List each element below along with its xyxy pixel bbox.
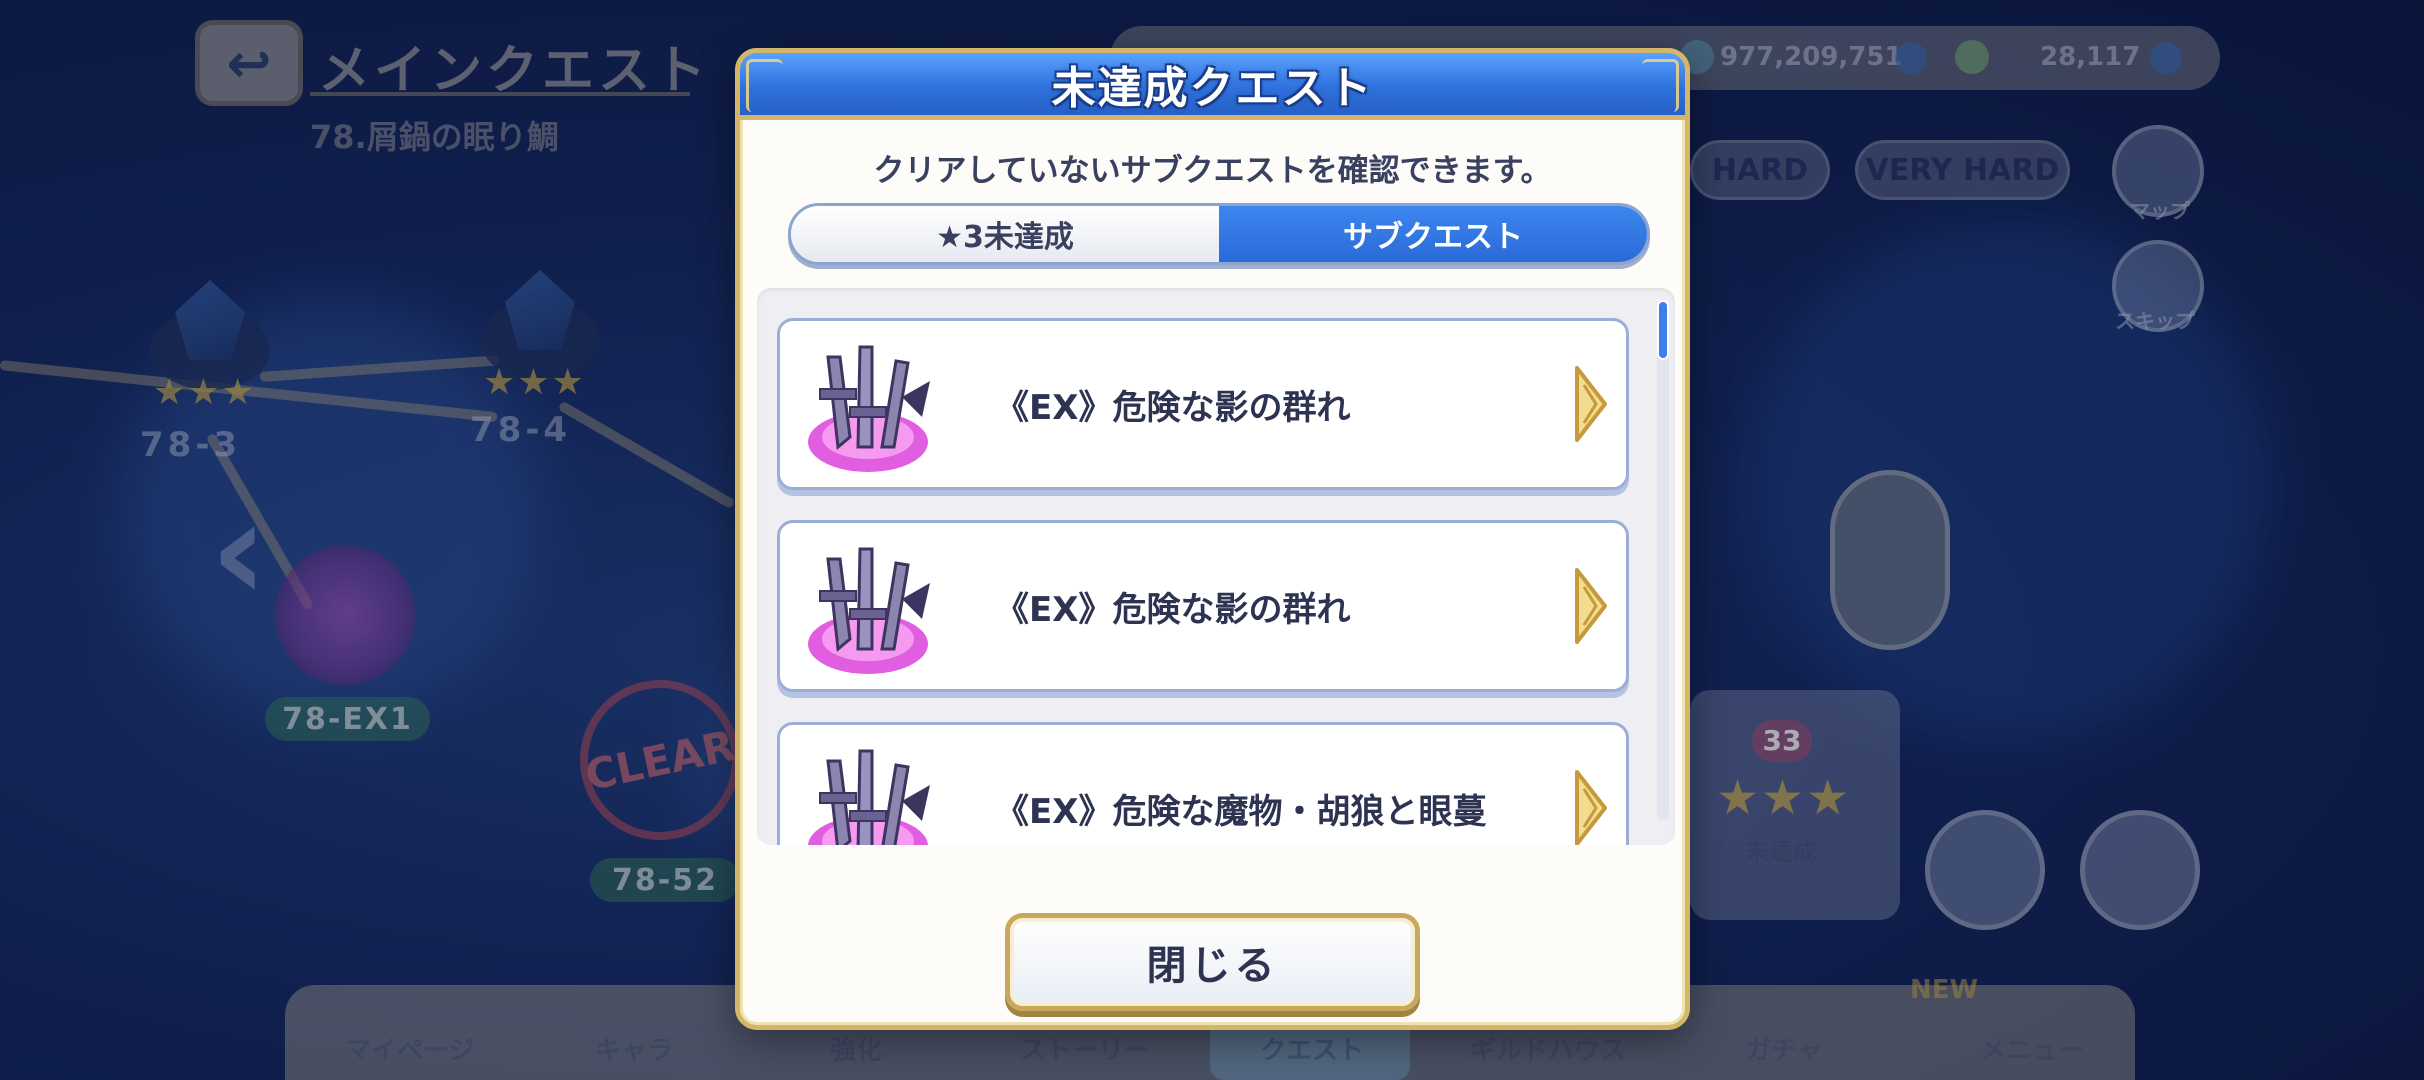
dark-sword-crystal-icon [808,345,930,472]
dialog-title: 未達成クエスト [1051,63,1374,114]
close-button[interactable]: 閉じる [1005,913,1420,1011]
chevron-right-icon [1575,770,1607,845]
quest-list-item[interactable]: 《EX》危険な影の群れ [777,520,1629,692]
quest-list: 《EX》危険な影の群れ 《EX》危険な影の群れ 《EX》危険な魔物・胡狼と眼蔓 [757,288,1675,845]
quest-name: 《EX》危険な影の群れ [995,387,1351,428]
quest-name: 《EX》危険な魔物・胡狼と眼蔓 [995,791,1487,832]
chevron-right-icon [1575,366,1607,442]
quest-list-item[interactable]: 《EX》危険な影の群れ [777,318,1629,490]
tab-subquest[interactable]: サブクエスト [1219,206,1647,262]
quest-list-item[interactable]: 《EX》危険な魔物・胡狼と眼蔓 [777,722,1629,845]
dark-sword-crystal-icon [808,749,930,845]
chevron-right-icon [1575,568,1607,644]
dark-sword-crystal-icon [808,547,930,674]
quest-tabs: ★3未達成 サブクエスト [788,203,1650,265]
list-scrollbar[interactable] [1657,300,1669,820]
dialog-header: 未達成クエスト [735,48,1690,120]
incomplete-quest-dialog: 未達成クエスト クリアしていないサブクエストを確認できます。 ★3未達成 サブク… [735,48,1690,1030]
scrollbar-thumb[interactable] [1657,300,1669,360]
tab-star3-incomplete[interactable]: ★3未達成 [791,206,1219,262]
dialog-description: クリアしていないサブクエストを確認できます。 [873,153,1552,189]
quest-name: 《EX》危険な影の群れ [995,589,1351,630]
